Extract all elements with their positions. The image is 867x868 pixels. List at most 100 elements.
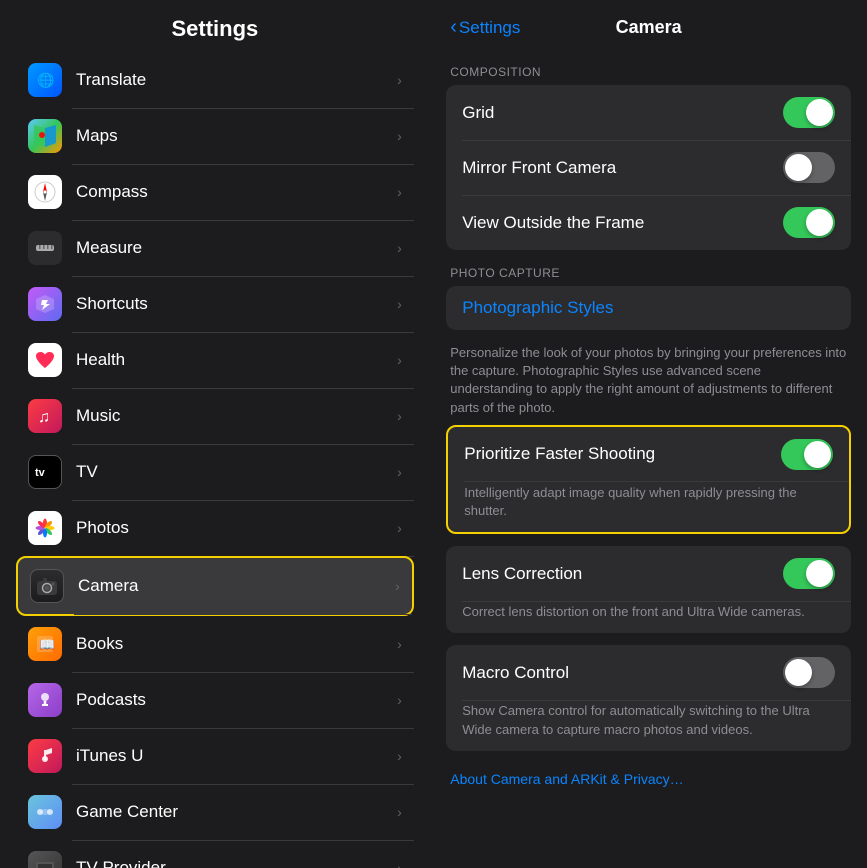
chevron-right-icon: › [397,408,402,424]
photographic-styles-row[interactable]: Photographic Styles [446,286,851,330]
photographic-styles-group: Photographic Styles [446,286,851,330]
toggle-macro-control[interactable] [783,657,835,688]
chevron-right-icon: › [397,296,402,312]
right-content: COMPOSITION Grid Mirror Front Camera View O… [430,49,867,868]
photographic-styles-link[interactable]: Photographic Styles [462,298,613,318]
sidebar-item-compass[interactable]: Compass› [16,164,414,220]
setting-label-grid: Grid [462,103,783,123]
chevron-right-icon: › [397,464,402,480]
section-header-photo-capture: PHOTO CAPTURE [446,258,851,286]
sidebar-item-label-shortcuts: Shortcuts [76,294,397,314]
chevron-right-icon: › [397,692,402,708]
chevron-right-icon: › [397,520,402,536]
toggle-knob-lens-correction [806,560,833,587]
chevron-right-icon: › [395,578,400,594]
chevron-right-icon: › [397,352,402,368]
sidebar-item-label-podcasts: Podcasts [76,690,397,710]
right-panel: ‹ Settings Camera COMPOSITION Grid Mirror … [430,0,867,868]
setting-row-mirror-front[interactable]: Mirror Front Camera [446,140,851,195]
maps-icon [28,119,62,153]
setting-row-view-outside[interactable]: View Outside the Frame [446,195,851,250]
chevron-right-icon: › [397,128,402,144]
back-button[interactable]: ‹ Settings [450,16,520,39]
tvprovider-icon [28,851,62,868]
sidebar-item-label-gamecenter: Game Center [76,802,397,822]
sidebar-item-tv[interactable]: tv TV› [16,444,414,500]
svg-text:📖: 📖 [39,637,55,652]
sidebar-item-books[interactable]: 📖Books› [16,616,414,672]
measure-icon [28,231,62,265]
setting-group-macro-control: Macro ControlShow Camera control for aut… [446,645,851,750]
music-icon: ♫ [28,399,62,433]
sidebar-item-shortcuts[interactable]: Shortcuts› [16,276,414,332]
toggle-mirror-front[interactable] [783,152,835,183]
setting-description-macro-control: Show Camera control for automatically sw… [446,700,851,750]
itunes-icon [28,739,62,773]
sidebar-item-music[interactable]: ♫ Music› [16,388,414,444]
chevron-right-icon: › [397,72,402,88]
sidebar-item-label-camera: Camera [78,576,395,596]
toggle-view-outside[interactable] [783,207,835,238]
books-icon: 📖 [28,627,62,661]
gamecenter-icon [28,795,62,829]
setting-label-lens-correction: Lens Correction [462,564,783,584]
sidebar-item-itunes[interactable]: iTunes U› [16,728,414,784]
sidebar-item-label-maps: Maps [76,126,397,146]
right-title: Camera [616,17,682,38]
setting-group-prioritize-shooting: Prioritize Faster Shooting Intelligently … [446,425,851,534]
footer-privacy-link[interactable]: About Camera and ARKit & Privacy… [446,763,851,795]
sidebar-item-gamecenter[interactable]: Game Center› [16,784,414,840]
sidebar-item-label-measure: Measure [76,238,397,258]
sidebar-item-podcasts[interactable]: Podcasts› [16,672,414,728]
back-chevron-icon: ‹ [450,16,457,39]
left-panel: Settings 🌐Translate›Maps›Compass›Measure… [0,0,430,868]
sidebar-item-label-health: Health [76,350,397,370]
sidebar-item-label-books: Books [76,634,397,654]
setting-row-macro-control[interactable]: Macro Control [446,645,851,700]
toggle-grid[interactable] [783,97,835,128]
photos-icon [28,511,62,545]
svg-text:🌐: 🌐 [37,72,54,89]
sidebar-item-label-music: Music [76,406,397,426]
setting-row-grid[interactable]: Grid [446,85,851,140]
sidebar-item-photos[interactable]: Photos› [16,500,414,556]
sidebar-item-tvprovider[interactable]: TV Provider› [16,840,414,868]
svg-text:♫: ♫ [38,409,50,426]
translate-icon: 🌐 [28,63,62,97]
sidebar-item-camera[interactable]: Camera› [16,556,414,616]
toggle-knob-grid [806,99,833,126]
sidebar-item-label-tvprovider: TV Provider [76,858,397,868]
sidebar-item-label-compass: Compass [76,182,397,202]
left-header: Settings [0,0,430,52]
camera-icon [30,569,64,603]
photographic-styles-description: Personalize the look of your photos by b… [446,338,851,425]
sidebar-item-health[interactable]: Health› [16,332,414,388]
setting-description-lens-correction: Correct lens distortion on the front and… [446,601,851,633]
setting-row-prioritize-shooting[interactable]: Prioritize Faster Shooting [448,427,849,482]
settings-list: 🌐Translate›Maps›Compass›Measure›Shortcut… [0,52,430,868]
sidebar-item-translate[interactable]: 🌐Translate› [16,52,414,108]
tv-icon: tv [28,455,62,489]
sidebar-item-label-itunes: iTunes U [76,746,397,766]
back-label: Settings [459,18,520,38]
setting-label-prioritize-shooting: Prioritize Faster Shooting [464,444,781,464]
right-header: ‹ Settings Camera [430,0,867,49]
setting-group-lens-correction: Lens Correction Correct lens distortion o… [446,546,851,633]
sidebar-item-maps[interactable]: Maps› [16,108,414,164]
toggle-prioritize-shooting[interactable] [781,439,833,470]
toggle-lens-correction[interactable] [783,558,835,589]
health-icon [28,343,62,377]
toggle-knob-prioritize-shooting [804,441,831,468]
setting-label-mirror-front: Mirror Front Camera [462,158,783,178]
sidebar-item-measure[interactable]: Measure› [16,220,414,276]
sidebar-item-label-photos: Photos [76,518,397,538]
setting-label-view-outside: View Outside the Frame [462,213,783,233]
section-header-composition: COMPOSITION [446,57,851,85]
compass-icon [28,175,62,209]
sidebar-item-label-tv: TV [76,462,397,482]
toggle-knob-macro-control [785,659,812,686]
chevron-right-icon: › [397,240,402,256]
setting-description-prioritize-shooting: Intelligently adapt image quality when r… [448,482,849,532]
setting-row-lens-correction[interactable]: Lens Correction [446,546,851,601]
settings-group-composition: Grid Mirror Front Camera View Outside the … [446,85,851,250]
